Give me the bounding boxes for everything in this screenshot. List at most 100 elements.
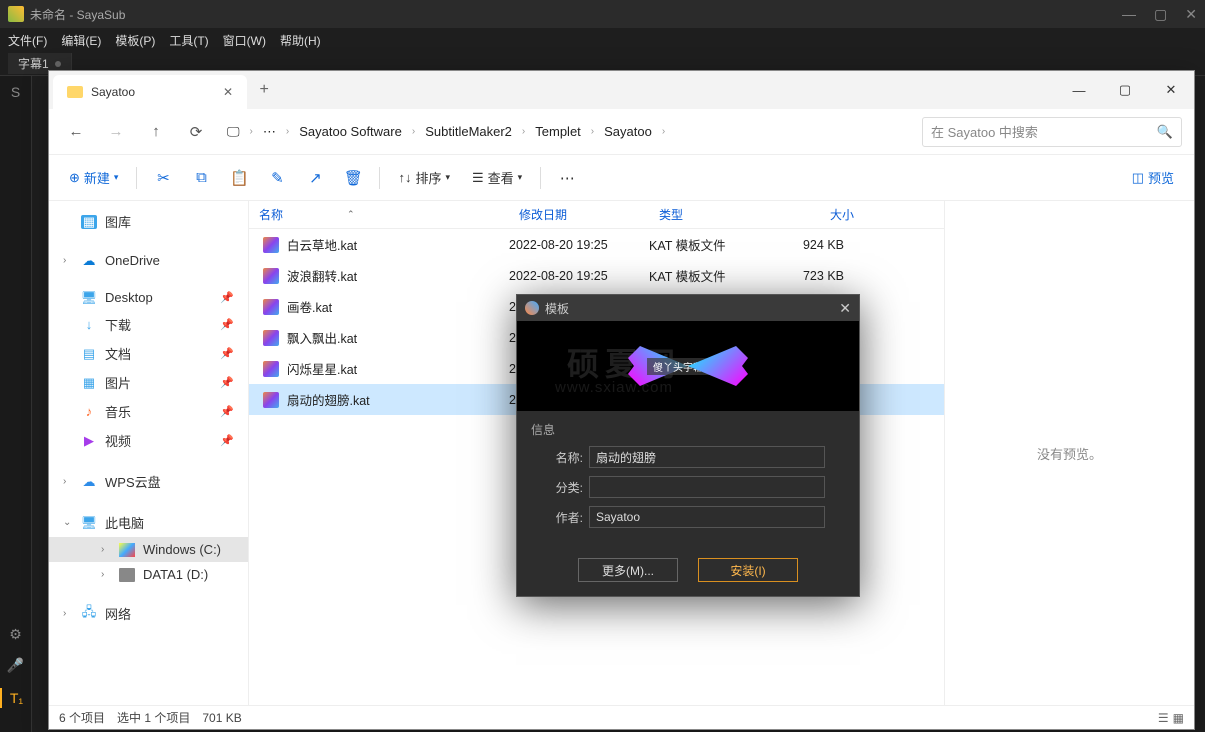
sidebar-item-wps[interactable]: › ☁ WPS云盘	[49, 467, 248, 496]
thumbs-view-icon[interactable]: ▦	[1173, 711, 1184, 725]
menu-file[interactable]: 文件(F)	[8, 32, 47, 49]
sidebar-item-desktop[interactable]: 🖥 Desktop 📌	[49, 285, 248, 310]
nav-refresh-button[interactable]: ⟳	[181, 117, 211, 147]
drive-icon	[119, 568, 135, 582]
share-button[interactable]: ↗	[299, 163, 331, 193]
chevron-right-icon: ›	[412, 126, 415, 137]
sidebar-item-drive[interactable]: › DATA1 (D:)	[49, 562, 248, 587]
menu-window[interactable]: 窗口(W)	[223, 32, 266, 49]
status-selection: 选中 1 个项目	[117, 709, 190, 726]
more-button[interactable]: 更多(M)...	[578, 558, 678, 582]
explorer-close-icon[interactable]: ✕	[1148, 71, 1194, 109]
explorer-tab[interactable]: Sayatoo ✕	[53, 75, 247, 109]
music-icon: ♪	[81, 405, 97, 419]
pin-icon: 📌	[220, 318, 234, 331]
col-header-type[interactable]: 类型	[649, 206, 764, 223]
file-name: 画卷.kat	[287, 297, 332, 316]
crumb-1[interactable]: SubtitleMaker2	[419, 120, 518, 143]
delete-button[interactable]: 🗑	[337, 163, 369, 193]
preview-empty-text: 没有预览。	[1037, 444, 1102, 463]
sidebar-item-win[interactable]: › Windows (C:)	[49, 537, 248, 562]
rename-button[interactable]: ✎	[261, 163, 293, 193]
sidebar-item-label: 下载	[105, 315, 131, 334]
preview-icon: ◫	[1132, 170, 1144, 186]
crumb-3[interactable]: Sayatoo	[598, 120, 658, 143]
crumb-0[interactable]: Sayatoo Software	[293, 120, 408, 143]
download-icon: ↓	[81, 318, 97, 332]
explorer-max-icon[interactable]: ▢	[1102, 71, 1148, 109]
sayasub-titlebar: 未命名 - SayaSub — ▢ ✕	[0, 0, 1205, 28]
file-type: KAT 模板文件	[649, 266, 764, 285]
sidebar-item-video[interactable]: ▶ 视频 📌	[49, 426, 248, 455]
details-view-icon[interactable]: ☰	[1158, 711, 1169, 725]
modal-close-icon[interactable]: ✕	[839, 300, 851, 317]
field-name-value[interactable]: 扇动的翅膀	[589, 446, 825, 468]
info-section-label: 信息	[531, 421, 845, 438]
nav-back-button[interactable]: ←	[61, 117, 91, 147]
file-size: 924 KB	[764, 238, 864, 252]
leftbar-settings-icon[interactable]: ⚙	[9, 626, 22, 643]
sidebar-item-gallery[interactable]: ▦ 图库	[49, 207, 248, 236]
sidebar-item-onedrive[interactable]: › ☁ OneDrive	[49, 248, 248, 273]
sidebar-item-label: 音乐	[105, 402, 131, 421]
col-header-size[interactable]: 大小	[764, 206, 864, 223]
chevron-right-icon: ›	[286, 126, 289, 137]
sidebar-item-label: 此电脑	[105, 513, 144, 532]
sayasub-min-icon[interactable]: —	[1122, 6, 1136, 23]
sort-asc-icon: ⌃	[347, 209, 355, 220]
leftbar-text-icon[interactable]: T₁	[0, 688, 31, 708]
sidebar-item-net[interactable]: › 🖧 网络	[49, 599, 248, 628]
more-button[interactable]: ⋯	[551, 163, 583, 193]
sayasub-max-icon[interactable]: ▢	[1154, 6, 1167, 23]
explorer-tab-close-icon[interactable]: ✕	[223, 85, 233, 99]
cut-button[interactable]: ✂	[147, 163, 179, 193]
menu-template[interactable]: 模板(P)	[115, 32, 155, 49]
field-author-value[interactable]: Sayatoo	[589, 506, 825, 528]
sidebar-item-download[interactable]: ↓ 下载 📌	[49, 310, 248, 339]
search-input[interactable]: 在 Sayatoo 中搜索 🔍	[922, 117, 1182, 147]
chevron-icon: ›	[101, 569, 111, 580]
file-row[interactable]: 波浪翻转.kat 2022-08-20 19:25 KAT 模板文件 723 K…	[249, 260, 944, 291]
sidebar-item-doc[interactable]: ▤ 文档 📌	[49, 339, 248, 368]
sidebar-item-label: 视频	[105, 431, 131, 450]
sayasub-close-icon[interactable]: ✕	[1185, 6, 1197, 23]
crumb-2[interactable]: Templet	[529, 120, 587, 143]
nav-up-button[interactable]: ↑	[141, 117, 171, 147]
leftbar-subtitle-icon[interactable]: S	[11, 84, 20, 100]
sidebar-item-label: DATA1 (D:)	[143, 567, 208, 582]
breadcrumb[interactable]: 🖵 › ⋯ › Sayatoo Software › SubtitleMaker…	[221, 120, 912, 143]
explorer-tab-label: Sayatoo	[91, 85, 135, 99]
leftbar-mic-icon[interactable]: 🎤	[7, 657, 24, 674]
nav-forward-button[interactable]: →	[101, 117, 131, 147]
explorer-newtab-button[interactable]: +	[247, 71, 281, 109]
file-name: 闪烁星星.kat	[287, 359, 357, 378]
gallery-icon: ▦	[81, 215, 97, 229]
menu-tools[interactable]: 工具(T)	[169, 32, 208, 49]
pc-icon: 🖥	[81, 516, 97, 530]
sidebar-item-pc[interactable]: ⌄ 🖥 此电脑	[49, 508, 248, 537]
paste-button[interactable]: 📋	[223, 163, 255, 193]
kat-file-icon	[263, 361, 279, 377]
menu-help[interactable]: 帮助(H)	[280, 32, 321, 49]
sort-button[interactable]: ↑↓ 排序 ▾	[390, 164, 458, 191]
ellipsis-icon[interactable]: ⋯	[257, 124, 282, 140]
view-button[interactable]: ☰ 查看 ▾	[464, 164, 530, 191]
wing-right-icon	[688, 346, 748, 386]
sayasub-title: 未命名 - SayaSub	[30, 6, 125, 23]
copy-button[interactable]: ⧉	[185, 163, 217, 193]
install-button[interactable]: 安装(I)	[698, 558, 798, 582]
file-date: 2022-08-20 19:25	[509, 238, 649, 252]
explorer-min-icon[interactable]: —	[1056, 71, 1102, 109]
col-header-name[interactable]: 名称 ⌃	[249, 206, 509, 223]
menu-edit[interactable]: 编辑(E)	[61, 32, 101, 49]
sidebar-item-label: 图片	[105, 373, 131, 392]
col-header-date[interactable]: 修改日期	[509, 206, 649, 223]
field-category-value[interactable]	[589, 476, 825, 498]
sidebar-item-label: Desktop	[105, 290, 153, 305]
sidebar-item-pic[interactable]: ▦ 图片 📌	[49, 368, 248, 397]
new-button[interactable]: ⊕ 新建 ▾	[61, 164, 126, 191]
preview-toggle-button[interactable]: ◫ 预览	[1124, 164, 1182, 191]
chevron-down-icon: ▾	[114, 172, 119, 183]
sidebar-item-music[interactable]: ♪ 音乐 📌	[49, 397, 248, 426]
file-row[interactable]: 白云草地.kat 2022-08-20 19:25 KAT 模板文件 924 K…	[249, 229, 944, 260]
